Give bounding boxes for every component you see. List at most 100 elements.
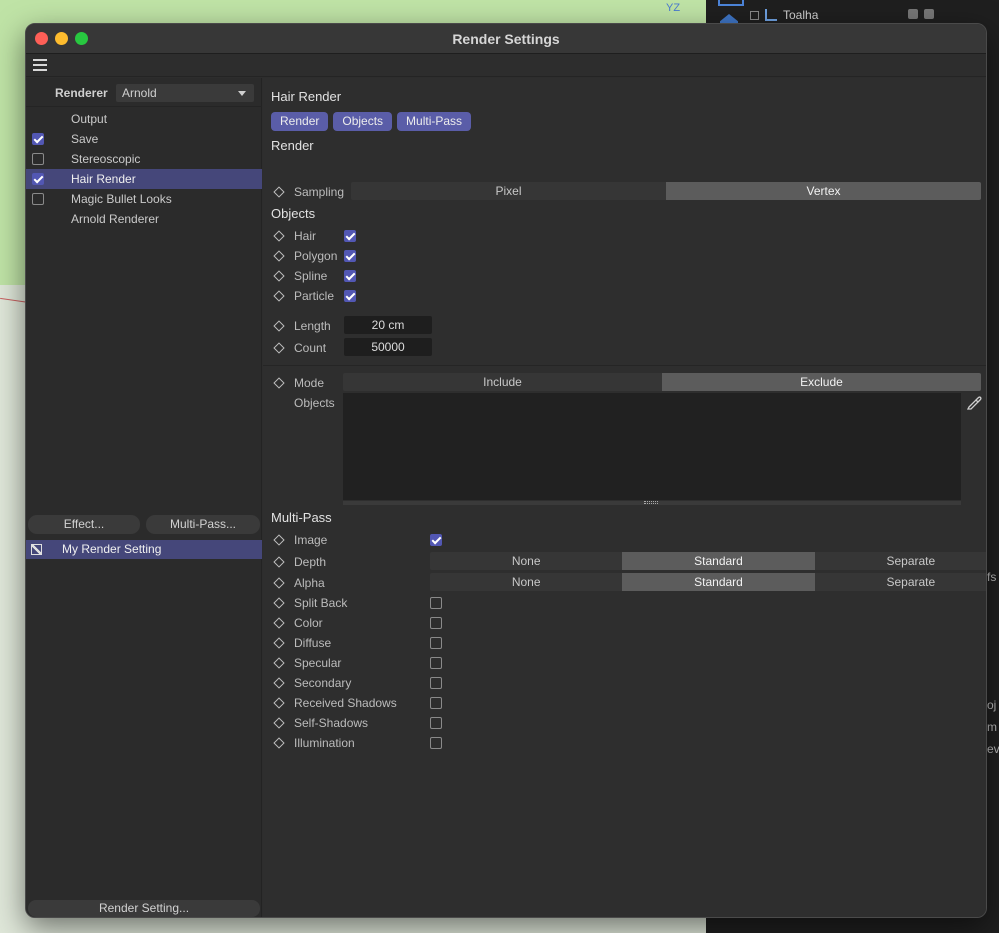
bg-text: m (987, 720, 997, 734)
tree-item-output[interactable]: Output (26, 109, 262, 129)
length-field[interactable]: 20 cm (344, 316, 432, 334)
hamburger-menu-icon[interactable] (33, 59, 47, 71)
keyframe-diamond-icon[interactable] (273, 556, 285, 568)
keyframe-diamond-icon[interactable] (273, 577, 285, 589)
tree-item-arnold-renderer[interactable]: Arnold Renderer (26, 209, 262, 229)
multi-pass-button[interactable]: Multi-Pass... (146, 515, 260, 534)
image-checkbox[interactable] (430, 534, 442, 546)
image-row: Image (263, 530, 986, 550)
depth-option-standard[interactable]: Standard (622, 552, 815, 570)
stereoscopic-checkbox[interactable] (32, 153, 44, 165)
tree-item-label: Stereoscopic (71, 152, 141, 166)
hair-checkbox[interactable] (344, 230, 356, 242)
polygon-label: Polygon (294, 249, 338, 263)
tab-objects[interactable]: Objects (333, 112, 393, 131)
keyframe-diamond-icon[interactable] (273, 617, 285, 629)
count-label: Count (294, 341, 327, 355)
keyframe-diamond-icon[interactable] (273, 290, 285, 302)
keyframe-diamond-icon[interactable] (273, 230, 285, 242)
received-shadows-checkbox[interactable] (430, 697, 442, 709)
render-setting-button[interactable]: Render Setting... (28, 900, 260, 917)
render-setting-item[interactable]: My Render Setting (26, 540, 262, 559)
particle-label: Particle (294, 289, 335, 303)
mode-option-exclude[interactable]: Exclude (662, 373, 981, 391)
tree-item-magic-bullet-looks[interactable]: Magic Bullet Looks (26, 189, 262, 209)
keyframe-diamond-icon[interactable] (273, 320, 285, 332)
color-checkbox[interactable] (430, 617, 442, 629)
alpha-option-none[interactable]: None (430, 573, 622, 591)
keyframe-diamond-icon[interactable] (273, 342, 285, 354)
hair-label: Hair (294, 229, 317, 243)
keyframe-diamond-icon[interactable] (273, 186, 285, 198)
sampling-option-pixel[interactable]: Pixel (351, 182, 666, 200)
diffuse-checkbox[interactable] (430, 637, 442, 649)
secondary-checkbox[interactable] (430, 677, 442, 689)
property-tabs: Render Objects Multi-Pass (271, 112, 472, 131)
sampling-option-vertex[interactable]: Vertex (666, 182, 981, 200)
renderer-dropdown[interactable]: Arnold (116, 84, 254, 102)
tab-multi-pass[interactable]: Multi-Pass (397, 112, 472, 131)
illumination-checkbox[interactable] (430, 737, 442, 749)
particle-row: Particle (263, 286, 986, 306)
menu-bar (26, 54, 986, 77)
tree-item-label: Arnold Renderer (71, 212, 160, 226)
renderer-row: Renderer Arnold (26, 83, 262, 103)
keyframe-diamond-icon[interactable] (273, 534, 285, 546)
keyframe-diamond-icon[interactable] (273, 637, 285, 649)
tree-item-save[interactable]: Save (26, 129, 262, 149)
tab-render[interactable]: Render (271, 112, 329, 131)
keyframe-diamond-icon[interactable] (273, 377, 285, 389)
tree-item-hair-render[interactable]: Hair Render (26, 169, 262, 189)
tree-item-label: Save (71, 132, 99, 146)
renderer-label: Renderer (55, 86, 108, 100)
depth-row: Depth None Standard Separate (263, 552, 986, 572)
spline-checkbox[interactable] (344, 270, 356, 282)
sampling-label: Sampling (294, 185, 345, 199)
tree-collapse-icon[interactable] (750, 10, 759, 20)
keyframe-diamond-icon[interactable] (273, 597, 285, 609)
maximize-button[interactable] (75, 32, 88, 45)
effect-button[interactable]: Effect... (28, 515, 140, 534)
keyframe-diamond-icon[interactable] (273, 270, 285, 282)
depth-label: Depth (294, 555, 327, 569)
count-field[interactable]: 50000 (344, 338, 432, 356)
specular-checkbox[interactable] (430, 657, 442, 669)
mode-label: Mode (294, 376, 325, 390)
pass-label: Diffuse (294, 636, 332, 650)
alpha-option-standard[interactable]: Standard (622, 573, 815, 591)
pass-row-self-shadows: Self-Shadows (263, 713, 986, 733)
spline-label: Spline (294, 269, 328, 283)
alpha-option-separate[interactable]: Separate (815, 573, 986, 591)
keyframe-diamond-icon[interactable] (273, 657, 285, 669)
mode-option-include[interactable]: Include (343, 373, 662, 391)
minimize-button[interactable] (55, 32, 68, 45)
depth-segmented: None Standard Separate (430, 552, 986, 570)
renderer-value: Arnold (122, 86, 157, 100)
window-title: Render Settings (452, 31, 560, 47)
polygon-checkbox[interactable] (344, 250, 356, 262)
save-checkbox[interactable] (32, 133, 44, 145)
eyedropper-icon[interactable] (966, 394, 982, 410)
tree-item-stereoscopic[interactable]: Stereoscopic (26, 149, 262, 169)
keyframe-diamond-icon[interactable] (273, 737, 285, 749)
keyframe-diamond-icon[interactable] (273, 677, 285, 689)
close-button[interactable] (35, 32, 48, 45)
depth-option-separate[interactable]: Separate (815, 552, 986, 570)
keyframe-diamond-icon[interactable] (273, 717, 285, 729)
page-title: Hair Render (271, 89, 342, 104)
keyframe-diamond-icon[interactable] (273, 697, 285, 709)
keyframe-diamond-icon[interactable] (273, 250, 285, 262)
chevron-down-icon (238, 91, 246, 96)
split-back-checkbox[interactable] (430, 597, 442, 609)
object-name: Toalha (783, 8, 819, 22)
pass-row-split-back: Split Back (263, 593, 986, 613)
depth-option-none[interactable]: None (430, 552, 622, 570)
self-shadows-checkbox[interactable] (430, 717, 442, 729)
objects-list[interactable] (343, 393, 961, 500)
title-bar[interactable]: Render Settings (26, 24, 986, 54)
particle-checkbox[interactable] (344, 290, 356, 302)
objects-group-title: Objects (271, 206, 316, 221)
count-row: Count 50000 (263, 338, 986, 358)
hair-render-checkbox[interactable] (32, 173, 44, 185)
magic-bullet-checkbox[interactable] (32, 193, 44, 205)
